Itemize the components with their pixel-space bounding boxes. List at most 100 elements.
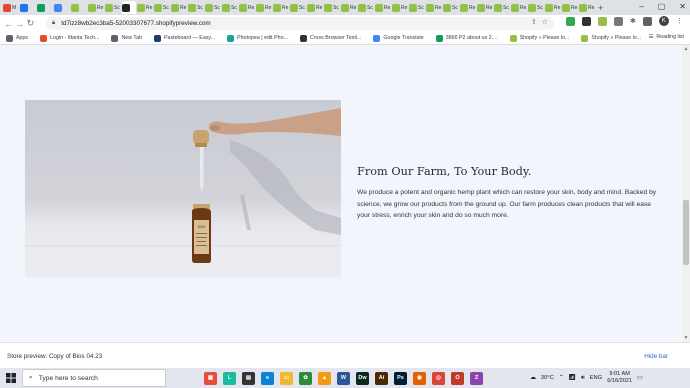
taskbar-app-filezilla-icon[interactable]: Z [470, 371, 483, 385]
tray-chevron-icon[interactable]: ⌃ [559, 375, 564, 381]
taskbar-app-explorer-icon[interactable]: ▭ [280, 371, 293, 385]
browser-tab[interactable]: Sc [528, 1, 544, 14]
taskbar-app-word-icon[interactable]: W [337, 371, 350, 385]
browser-tab[interactable]: Re [426, 1, 442, 14]
close-window-icon[interactable]: ✕ [679, 2, 686, 11]
taskbar-app-edge-icon[interactable]: e [261, 371, 274, 385]
tab-label: Sc [299, 4, 305, 11]
browser-tab[interactable]: Sc [205, 1, 221, 14]
bookmark-item[interactable]: Apps [6, 34, 28, 42]
maximize-icon[interactable]: ▢ [658, 2, 666, 11]
browser-tab[interactable]: M [3, 1, 19, 14]
extension-icon-1[interactable] [566, 16, 575, 26]
weather-icon[interactable]: ☁ [530, 375, 536, 381]
back-icon[interactable]: ← [3, 19, 14, 29]
new-tab-icon[interactable]: + [598, 3, 603, 13]
browser-tab[interactable]: Sc [443, 1, 459, 14]
browser-tab[interactable]: Sc [222, 1, 238, 14]
taskbar-clock[interactable]: 9:01 AM 6/16/2021 [607, 371, 632, 385]
reading-list-button[interactable]: ☰ Reading list [649, 34, 684, 40]
taskbar-app-store-icon[interactable]: ▤ [242, 371, 255, 385]
browser-tab[interactable]: Re [460, 1, 476, 14]
browser-tab[interactable]: Re [375, 1, 391, 14]
bookmark-item[interactable]: New Tab [111, 34, 142, 42]
taskbar-app-illustrator-icon[interactable]: Ai [375, 371, 388, 385]
bookmark-item[interactable]: Shopify » Please lo... [581, 34, 641, 42]
bookmark-item[interactable]: Photopea | edit Pho... [227, 34, 288, 42]
menu-kebab-icon[interactable]: ⋮ [676, 17, 683, 25]
browser-tab[interactable]: Sc [358, 1, 374, 14]
browser-tab[interactable]: Re [562, 1, 578, 14]
scrollbar-thumb[interactable] [683, 200, 689, 265]
puzzle-icon[interactable]: ✱ [630, 17, 636, 25]
profile-avatar[interactable]: K [658, 16, 669, 26]
browser-tab[interactable]: Re [477, 1, 493, 14]
browser-tab[interactable] [37, 1, 53, 14]
forward-icon[interactable]: → [14, 19, 25, 29]
tab-favicon-icon [290, 3, 298, 12]
windows-logo-icon [6, 373, 16, 383]
bookmark-item[interactable]: Google Translate [373, 34, 424, 42]
browser-tab[interactable]: Sc [290, 1, 306, 14]
browser-tab[interactable]: Re [137, 1, 153, 14]
minimize-icon[interactable]: – [639, 2, 643, 11]
extension-icon-3[interactable] [598, 16, 607, 26]
taskbar-app-dreamweaver-icon[interactable]: Dw [356, 371, 369, 385]
taskbar-app-calendar-icon[interactable]: ▦ [204, 371, 217, 385]
taskbar-app-opera-icon[interactable]: O [451, 371, 464, 385]
browser-tab[interactable]: Re [511, 1, 527, 14]
bookmark-item[interactable]: Login - Ittanta Tech... [40, 34, 99, 42]
browser-tab[interactable]: Sc [494, 1, 510, 14]
browser-tab[interactable]: Re [392, 1, 408, 14]
extension-icon-2[interactable] [582, 16, 591, 26]
browser-tab[interactable] [122, 1, 136, 14]
share-icon[interactable]: ⇪ [531, 18, 537, 26]
bookmark-item[interactable]: 3866 P2 about us 2.... [435, 34, 498, 42]
extension-icon-4[interactable] [614, 16, 623, 26]
hide-bar-link[interactable]: Hide bar [644, 353, 668, 360]
browser-tab[interactable]: Re [579, 1, 595, 14]
browser-tab[interactable]: Re [307, 1, 323, 14]
taskbar-search-box[interactable]: ⌕ Type here to search [22, 369, 166, 387]
bookmark-item[interactable]: Shopify » Please lo... [509, 34, 569, 42]
notifications-icon[interactable]: ▭ [637, 375, 642, 381]
network-icon[interactable]: 📶︎ [569, 375, 576, 381]
browser-tab[interactable]: Re [171, 1, 187, 14]
browser-tab[interactable]: Re [239, 1, 255, 14]
bottle-label-text: BIOS [198, 225, 206, 229]
browser-tab[interactable]: Re [88, 1, 104, 14]
taskbar-app-photos-icon[interactable]: ✿ [299, 371, 312, 385]
browser-tab[interactable]: Sc [105, 1, 121, 14]
reload-icon[interactable]: ↻ [25, 18, 36, 29]
bookmark-item[interactable]: Cross Browser Testi... [299, 34, 361, 42]
taskbar-app-vlc-icon[interactable]: ▲ [318, 371, 331, 385]
browser-tab[interactable]: Sc [188, 1, 204, 14]
browser-tab[interactable]: Re [256, 1, 272, 14]
weather-temp[interactable]: 30°C [541, 375, 554, 381]
taskbar-app-l-icon[interactable]: L [223, 371, 236, 385]
browser-tab[interactable]: Sc [409, 1, 425, 14]
windows-start-button[interactable] [0, 368, 22, 388]
browser-tab[interactable] [54, 1, 70, 14]
browser-tab[interactable] [71, 1, 87, 14]
browser-tab[interactable]: Re [545, 1, 561, 14]
browser-tab[interactable]: Re [341, 1, 357, 14]
tab-label: Sc [452, 4, 458, 11]
language-indicator[interactable]: ENG [590, 375, 603, 381]
volume-icon[interactable]: 🔊︎ [581, 375, 585, 382]
page-scrollbar[interactable]: ▲ ▼ [682, 45, 690, 342]
taskbar-app-firefox-icon[interactable]: ◉ [413, 371, 426, 385]
browser-tab[interactable] [20, 1, 36, 14]
browser-tab[interactable]: Sc [324, 1, 340, 14]
taskbar-app-chrome-icon[interactable]: ◎ [432, 371, 445, 385]
bookmark-item[interactable]: Pasteboard — Easy... [153, 34, 215, 42]
browser-tab[interactable]: Re [273, 1, 289, 14]
scroll-up-icon[interactable]: ▲ [683, 46, 689, 52]
scroll-down-icon[interactable]: ▼ [683, 335, 689, 341]
browser-tab[interactable]: Sc [154, 1, 170, 14]
tab-label: Re [435, 4, 442, 11]
bookmark-star-icon[interactable]: ☆ [542, 18, 548, 26]
taskbar-app-photoshop-icon[interactable]: Ps [394, 371, 407, 385]
address-bar[interactable]: 🔒︎ td7izz8wb2ec3ba5-52003307677.shopifyp… [46, 17, 554, 30]
extension-icon-5[interactable] [642, 16, 652, 26]
